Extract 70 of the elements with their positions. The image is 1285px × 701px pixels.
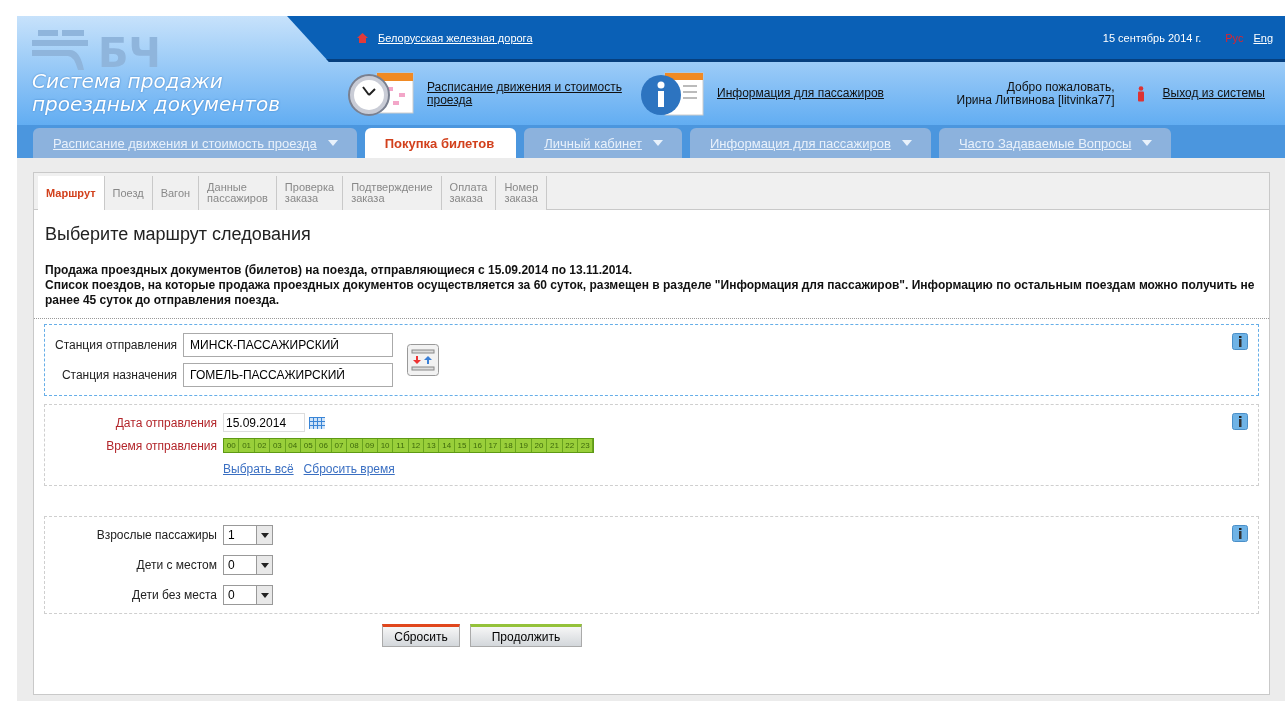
main-tab[interactable]: Информация для пассажиров (690, 128, 931, 158)
info-icon[interactable] (1232, 333, 1248, 350)
calendar-icon[interactable] (309, 416, 325, 429)
caret-icon (326, 139, 339, 147)
main-tab[interactable]: Расписание движения и стоимость проезда (33, 128, 357, 158)
arrival-station-field[interactable]: ГОМЕЛЬ-ПАССАЖИРСКИЙ (183, 363, 394, 387)
language-link[interactable]: Eng (1253, 31, 1273, 44)
continue-button[interactable]: Продолжить (470, 624, 582, 647)
hour-cell[interactable]: 19 (516, 439, 532, 452)
info-icon[interactable] (1232, 413, 1248, 430)
field-label: Станция отправления (55, 338, 178, 352)
current-date: 15 сентябрь 2014 г. (1102, 31, 1202, 44)
departure-station-field[interactable]: МИНСК-ПАССАЖИРСКИЙ (183, 333, 394, 357)
clock-calendar-icon (347, 70, 415, 117)
step-tab[interactable]: Подтверждение заказа (343, 176, 442, 210)
field-label: Дети без места (131, 588, 217, 602)
hour-cell[interactable]: 16 (470, 439, 486, 452)
select-all-link[interactable]: Выбрать всё (223, 462, 294, 476)
logout-link[interactable]: Выход из системы (1162, 87, 1265, 100)
hour-cell[interactable]: 00 (224, 439, 240, 452)
hour-cell[interactable]: 08 (347, 439, 363, 452)
main-tab[interactable]: Часто Задаваемые Вопросы (938, 128, 1172, 158)
caret-icon (1141, 139, 1154, 147)
notice-text: Продажа проездных документов (билетов) на поезда, отправляющиеся с 15.09.2014 по 13.11.2014. (45, 263, 634, 278)
user-name: Ирина Литвинова [litvinka77] (956, 93, 1115, 107)
hour-cell[interactable]: 14 (439, 439, 455, 452)
person-icon (1136, 85, 1145, 102)
field-label: Дата отправления (114, 415, 217, 430)
home-icon (357, 32, 368, 43)
hour-cell[interactable]: 11 (393, 439, 409, 452)
caret-icon (260, 592, 269, 598)
step-tab[interactable]: Маршрут (38, 176, 105, 210)
field-label: Взрослые пассажиры (95, 528, 217, 542)
hour-cell[interactable]: 06 (316, 439, 332, 452)
caret-icon (260, 532, 269, 538)
hour-cell[interactable]: 21 (547, 439, 563, 452)
hour-cell[interactable]: 03 (270, 439, 286, 452)
count-select[interactable]: 0 (223, 555, 273, 575)
step-tab[interactable]: Данные пассажиров (199, 176, 277, 210)
step-tab[interactable]: Поезд (104, 176, 153, 210)
caret-icon (900, 139, 913, 147)
system-title: Система продажи проездных документов (32, 70, 281, 116)
home-link[interactable]: Белорусская железная дорога (378, 31, 533, 44)
date-field[interactable]: 15.09.2014 (223, 413, 305, 432)
caret-icon (652, 139, 664, 147)
reset-time-link[interactable]: Сбросить время (303, 462, 395, 476)
field-label: Дети с местом (135, 558, 217, 572)
caret-icon (260, 562, 269, 568)
hour-cell[interactable]: 13 (424, 439, 440, 452)
notice-text: Список поездов, на которые продажа проездных документов осуществляется за 60 суток, размещен в разделе "Информация для пассажиров". Информацию по остальным поездам можно получить не ранее 45 суток до отправления поезда. (45, 278, 1256, 308)
welcome-text: Добро пожаловать, (1005, 80, 1115, 94)
quick-link[interactable]: Расписание движения и стоимость проезда (427, 80, 627, 107)
main-tab[interactable]: Личный кабинет (524, 128, 682, 158)
field-label: Время отправления (105, 438, 217, 453)
swap-stations-icon[interactable] (407, 344, 440, 376)
page-heading: Выберите маршрут следования (45, 224, 312, 245)
info-document-icon (639, 70, 705, 117)
hour-cell[interactable]: 01 (239, 439, 255, 452)
count-select[interactable]: 0 (223, 585, 273, 605)
main-tab[interactable]: Покупка билетов (364, 128, 517, 158)
hour-cell[interactable]: 18 (501, 439, 517, 452)
info-icon[interactable] (1232, 525, 1248, 542)
step-tab[interactable]: Проверка заказа (276, 176, 344, 210)
count-select[interactable]: 1 (223, 525, 273, 545)
field-label: Станция назначения (60, 368, 178, 382)
quick-link[interactable]: Информация для пассажиров (717, 87, 917, 100)
step-tab[interactable]: Вагон (152, 176, 200, 210)
step-tab[interactable]: Номер заказа (496, 176, 548, 210)
step-tab[interactable]: Оплата заказа (441, 176, 497, 210)
reset-button[interactable]: Сбросить (382, 624, 460, 647)
